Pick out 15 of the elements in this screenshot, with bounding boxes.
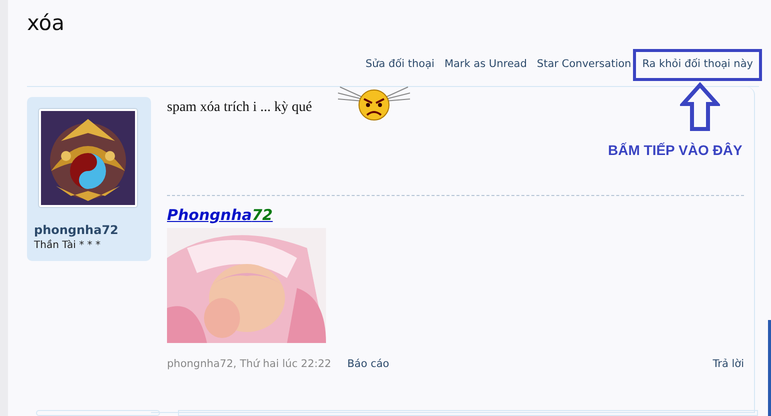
- action-link[interactable]: Sửa đối thoại: [360, 54, 440, 76]
- report-link[interactable]: Báo cáo: [347, 357, 390, 373]
- action-link[interactable]: Star Conversation: [532, 54, 636, 76]
- angry-face-icon: [336, 84, 412, 123]
- up-arrow-icon: [680, 82, 720, 132]
- username-link[interactable]: phongnha72: [34, 222, 151, 238]
- action-link[interactable]: Mark as Unread: [439, 54, 532, 76]
- page-title: xóa: [27, 10, 66, 37]
- reply-link[interactable]: Trả lời: [712, 357, 744, 373]
- signature-link[interactable]: Phongnha72: [167, 206, 273, 224]
- post-meta: phongnha72, Thứ hai lúc 22:22: [167, 357, 332, 372]
- user-title: Thần Tài * * *: [34, 238, 102, 253]
- annotation-text: BẤM TIẾP VÀO ĐÂY: [608, 141, 742, 160]
- message-text: spam xóa trích i ... kỳ qué: [167, 98, 312, 117]
- action-link[interactable]: Ra khỏi đối thoại này: [636, 52, 759, 78]
